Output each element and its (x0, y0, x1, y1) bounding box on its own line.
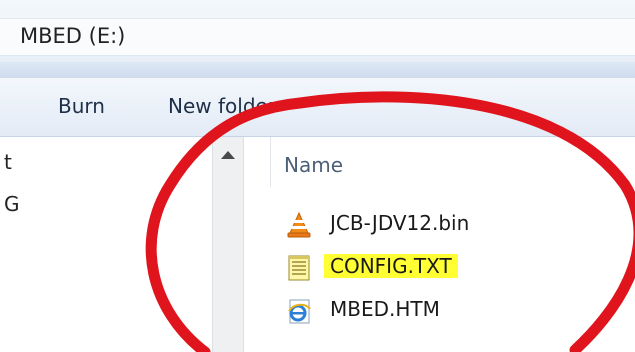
header-band (0, 62, 635, 78)
file-name: JCB-JDV12.bin (330, 211, 470, 235)
new-folder-button[interactable]: New folder (168, 94, 276, 118)
navigation-pane (0, 137, 212, 352)
nav-scrollbar[interactable] (212, 137, 244, 352)
file-name: CONFIG.TXT (324, 254, 458, 278)
burn-button[interactable]: Burn (58, 94, 105, 118)
file-row-mbed-htm[interactable]: MBED.HTM (270, 289, 635, 329)
vlc-cone-icon (287, 211, 311, 238)
file-row-jcb-jdv12-bin[interactable]: JCB-JDV12.bin (270, 203, 635, 243)
file-row-config-txt[interactable]: CONFIG.TXT (270, 246, 635, 286)
file-name: MBED.HTM (330, 297, 440, 321)
scroll-up-icon[interactable] (221, 151, 235, 159)
nav-item-partial-2[interactable]: G (4, 192, 20, 216)
nav-item-partial-1[interactable]: t (4, 150, 12, 174)
name-column-header[interactable]: Name (284, 153, 343, 177)
text-file-icon (288, 255, 310, 281)
internet-explorer-icon (288, 299, 311, 324)
explorer-window: MBED (E:) Burn New folder t G Name JCB-J… (0, 0, 635, 352)
address-title: MBED (E:) (20, 24, 126, 48)
